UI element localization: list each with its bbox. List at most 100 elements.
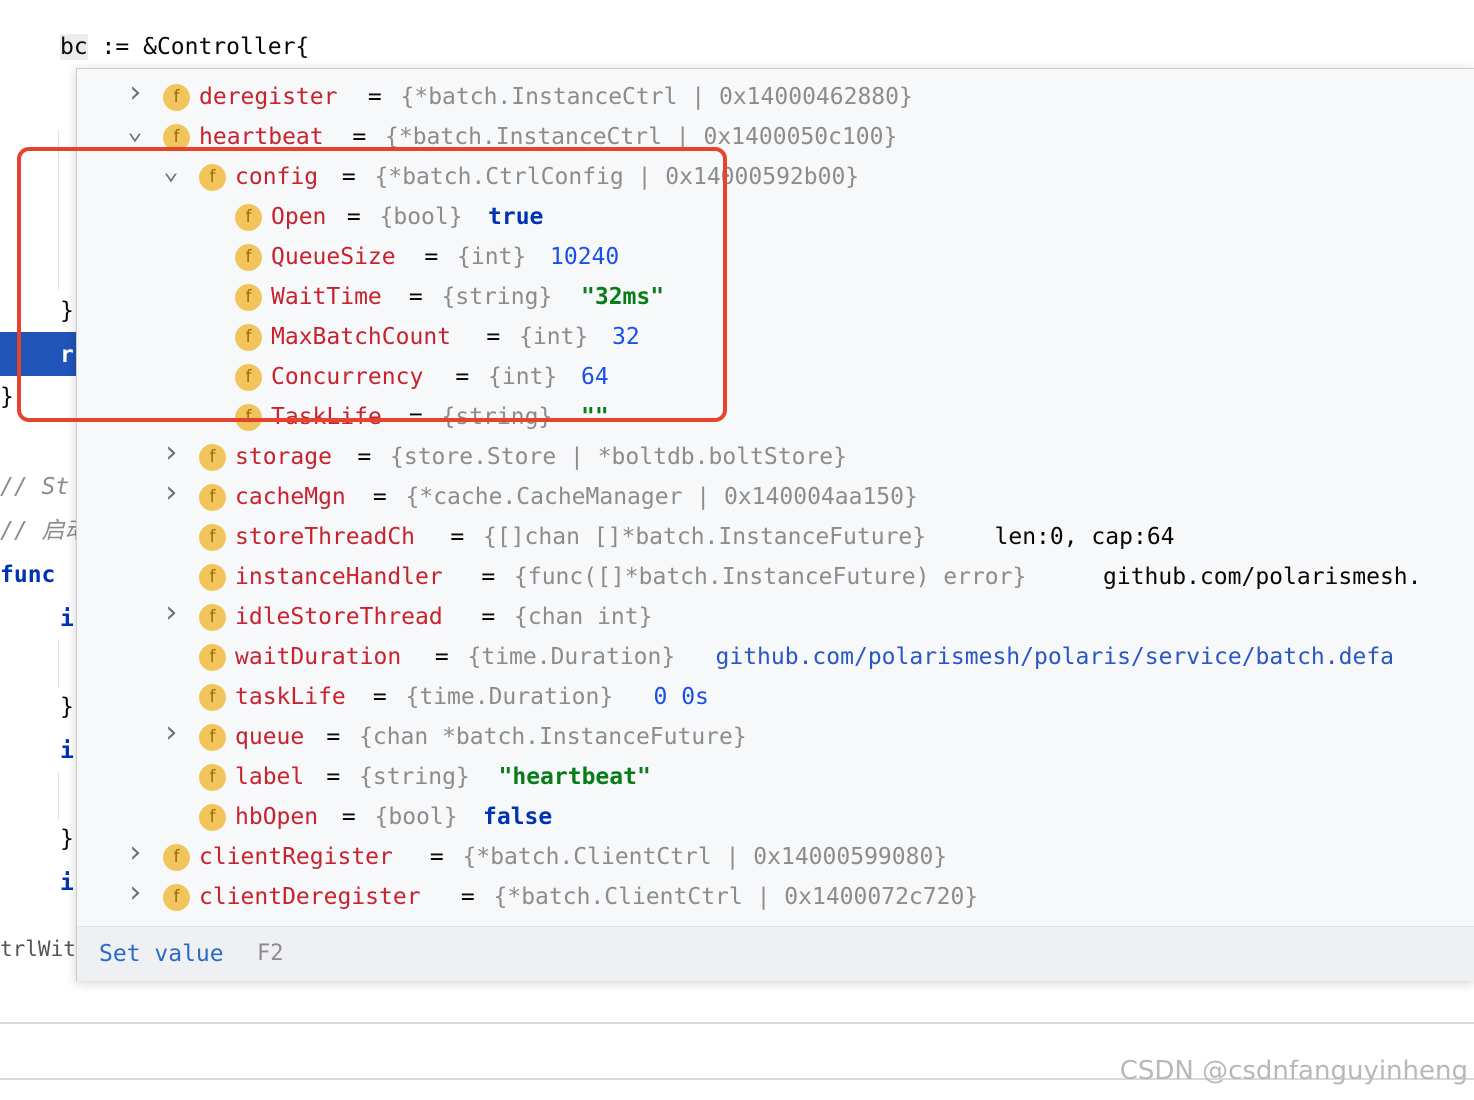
field-name: WaitTime: [271, 284, 382, 310]
tree-node-clientderegister[interactable]: › f clientDeregister = {*batch.ClientCtrl …: [77, 877, 1474, 917]
field-icon: f: [199, 484, 226, 511]
field-name: clientDeregister: [199, 884, 421, 910]
tree-node-queue[interactable]: › f queue = {chan *batch.InstanceFuture}: [77, 717, 1474, 757]
equals-sign: =: [328, 164, 370, 190]
field-icon: f: [163, 84, 190, 111]
field-name: hbOpen: [235, 804, 319, 830]
tree-node-concurrency[interactable]: f Concurrency = {int} 64: [77, 357, 1474, 397]
tree-node-open[interactable]: f Open = {bool} true: [77, 197, 1474, 237]
field-type: {*batch.ClientCtrl | 0x1400072c720}: [493, 884, 979, 910]
field-type: {chan int}: [514, 604, 653, 630]
field-name: MaxBatchCount: [271, 324, 452, 350]
field-type: {int}: [519, 324, 589, 350]
field-value: 32: [612, 324, 640, 350]
field-name: QueueSize: [271, 244, 396, 270]
field-type: {[]chan []*batch.InstanceFuture}: [483, 524, 927, 550]
field-value: false: [483, 804, 553, 830]
field-icon: f: [163, 844, 190, 871]
field-type: {string}: [441, 404, 553, 430]
equals-sign: =: [472, 324, 515, 350]
code-if-keyword: i: [60, 606, 74, 632]
field-value: len:0, cap:64: [994, 524, 1175, 550]
chevron-down-icon[interactable]: ⌄: [123, 118, 147, 144]
chevron-right-icon[interactable]: ›: [123, 838, 147, 868]
field-icon: f: [199, 524, 226, 551]
field-type: {int}: [488, 364, 558, 390]
field-value: github.com/polarismesh/polaris/service/b…: [715, 644, 1395, 670]
equals-sign: =: [467, 604, 510, 630]
field-icon: f: [235, 204, 262, 231]
field-name: config: [235, 164, 319, 190]
code-exec-text: r: [60, 342, 74, 368]
field-value: "heartbeat": [498, 764, 651, 790]
tree-node-deregister[interactable]: › f deregister = {*batch.InstanceCtrl | 0x…: [77, 77, 1474, 117]
tree-node-queuesize[interactable]: f QueueSize = {int} 10240: [77, 237, 1474, 277]
equals-sign: =: [441, 364, 484, 390]
field-icon: f: [199, 684, 226, 711]
field-value: 0 0s: [653, 684, 709, 710]
field-type: {chan *batch.InstanceFuture}: [359, 724, 747, 750]
equals-sign: =: [312, 764, 355, 790]
field-value: 10240: [550, 244, 620, 270]
code-comment: // St: [0, 474, 70, 500]
debug-value-popup[interactable]: › f deregister = {*batch.InstanceCtrl | 0x…: [76, 68, 1474, 981]
field-type: {time.Duration}: [467, 644, 676, 670]
editor-divider: [0, 1022, 1474, 1024]
chevron-right-icon[interactable]: ›: [159, 438, 183, 468]
tree-node-storethreadch[interactable]: f storeThreadCh = {[]chan []*batch.Instan…: [77, 517, 1474, 557]
tree-node-waitduration[interactable]: f waitDuration = {time.Duration} github.co…: [77, 637, 1474, 677]
chevron-right-icon[interactable]: ›: [123, 78, 147, 108]
field-type: {store.Store | *boltdb.boltStore}: [390, 444, 847, 470]
equals-sign: =: [467, 564, 510, 590]
chevron-down-icon[interactable]: ⌄: [159, 158, 183, 184]
field-icon: f: [235, 244, 262, 271]
field-icon: f: [199, 444, 226, 471]
field-type: {*batch.InstanceCtrl | 0x1400050c100}: [385, 124, 898, 150]
shortcut-hint: F2: [257, 941, 284, 966]
tree-node-idlestorethread[interactable]: › f idleStoreThread = {chan int}: [77, 597, 1474, 637]
field-name: queue: [235, 724, 305, 750]
tree-node-instancehandler[interactable]: f instanceHandler = {func([]*batch.Instan…: [77, 557, 1474, 597]
chevron-right-icon[interactable]: ›: [123, 878, 147, 908]
field-name: storage: [235, 444, 332, 470]
tree-node-config[interactable]: ⌄ f config = {*batch.CtrlConfig | 0x140005…: [77, 157, 1474, 197]
tree-node-maxbatchcount[interactable]: f MaxBatchCount = {int} 32: [77, 317, 1474, 357]
field-value: 64: [581, 364, 609, 390]
field-type: {*batch.InstanceCtrl | 0x14000462880}: [400, 84, 913, 110]
equals-sign: =: [395, 404, 437, 430]
equals-sign: =: [421, 644, 463, 670]
equals-sign: =: [416, 844, 458, 870]
equals-sign: =: [338, 124, 381, 150]
tree-node-storage[interactable]: › f storage = {store.Store | *boltdb.boltS…: [77, 437, 1474, 477]
field-icon: f: [199, 724, 226, 751]
field-icon: f: [235, 324, 262, 351]
tree-node-clientregister[interactable]: › f clientRegister = {*batch.ClientCtrl | …: [77, 837, 1474, 877]
tree-node-tasklife[interactable]: f TaskLife = {string} "": [77, 397, 1474, 437]
field-type: {bool}: [374, 804, 458, 830]
equals-sign: =: [436, 524, 479, 550]
field-icon: f: [235, 364, 262, 391]
field-name: Concurrency: [271, 364, 424, 390]
tree-node-cachemgn[interactable]: › f cacheMgn = {*cache.CacheManager | 0x14…: [77, 477, 1474, 517]
chevron-right-icon[interactable]: ›: [159, 478, 183, 508]
field-icon: f: [235, 404, 262, 431]
indent-guide: [58, 130, 59, 290]
variables-tree[interactable]: › f deregister = {*batch.InstanceCtrl | 0x…: [77, 77, 1474, 925]
tree-node-tasklife[interactable]: f taskLife = {time.Duration} 0 0s: [77, 677, 1474, 717]
field-icon: f: [199, 564, 226, 591]
code-brace-outer: }: [0, 384, 14, 410]
set-value-link[interactable]: Set value: [99, 941, 224, 967]
tree-node-waittime[interactable]: f WaitTime = {string} "32ms": [77, 277, 1474, 317]
chevron-right-icon[interactable]: ›: [159, 718, 183, 748]
tree-node-hbopen[interactable]: f hbOpen = {bool} false: [77, 797, 1474, 837]
chevron-right-icon[interactable]: ›: [159, 598, 183, 628]
field-name: Open: [271, 204, 327, 230]
field-value: github.com/polarismesh.: [1103, 564, 1422, 590]
equals-sign: =: [312, 724, 355, 750]
field-type: {bool}: [379, 204, 463, 230]
field-type: {func([]*batch.InstanceFuture) error}: [514, 564, 1027, 590]
field-name: taskLife: [235, 684, 346, 710]
indent-guide: [58, 640, 59, 688]
tree-node-label[interactable]: f label = {string} "heartbeat": [77, 757, 1474, 797]
tree-node-heartbeat[interactable]: ⌄ f heartbeat = {*batch.InstanceCtrl | 0x1…: [77, 117, 1474, 157]
